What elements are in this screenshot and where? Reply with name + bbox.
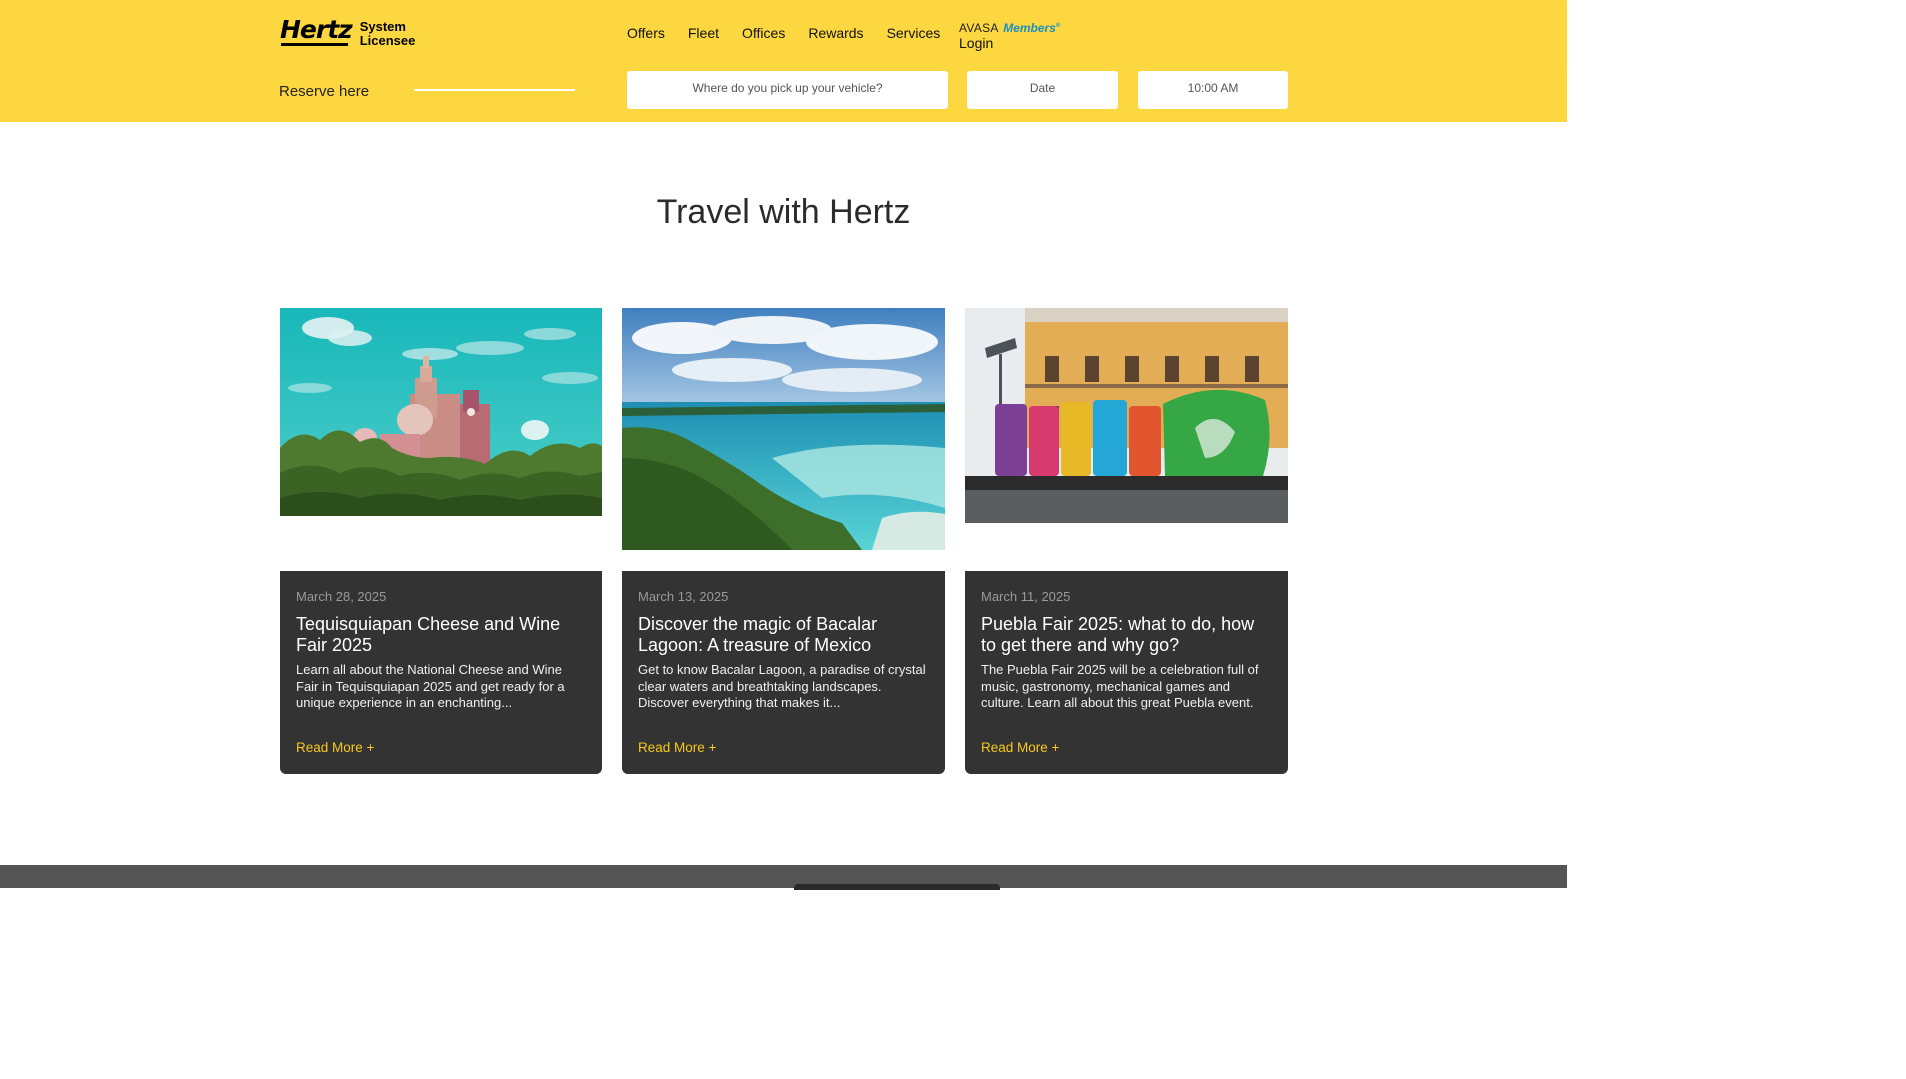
hertz-logo[interactable]: Hertz System Licensee	[280, 16, 415, 48]
article-card-tequisquiapan: March 28, 2025 Tequisquiapan Cheese and …	[280, 571, 602, 774]
read-more-link[interactable]: Read More +	[981, 740, 1059, 755]
nav-item-services[interactable]: Services	[887, 24, 941, 42]
puebla-letters-photo	[965, 308, 1288, 523]
nav-item-offices[interactable]: Offices	[742, 24, 785, 42]
reserve-bar: Reserve here Where do you pick up your v…	[0, 66, 1567, 122]
article-date: March 28, 2025	[296, 589, 387, 604]
article-card-puebla: March 11, 2025 Puebla Fair 2025: what to…	[965, 571, 1288, 774]
card-image-bacalar[interactable]	[622, 308, 945, 550]
article-title[interactable]: Discover the magic of Bacalar Lagoon: A …	[638, 614, 929, 656]
article-title[interactable]: Puebla Fair 2025: what to do, how to get…	[981, 614, 1272, 656]
reserve-label: Reserve here	[279, 83, 370, 100]
article-excerpt: Learn all about the National Cheese and …	[296, 662, 565, 710]
read-more-link[interactable]: Read More +	[638, 740, 716, 755]
logo-sub-line1: System	[359, 19, 406, 34]
lagoon-aerial-photo	[622, 308, 945, 550]
card-image-tequisquiapan[interactable]	[280, 308, 602, 516]
read-more-link[interactable]: Read More +	[296, 740, 374, 755]
login-label: Login	[959, 35, 994, 51]
article-excerpt: Get to know Bacalar Lagoon, a paradise o…	[638, 662, 926, 710]
card-image-puebla[interactable]	[965, 308, 1288, 523]
nav-item-offers[interactable]: Offers	[627, 24, 665, 42]
reserve-divider	[414, 89, 575, 91]
church-landscape-photo	[280, 308, 602, 516]
avasa-program-label: AVASA	[959, 21, 999, 35]
article-card-bacalar: March 13, 2025 Discover the magic of Bac…	[622, 571, 945, 774]
pickup-time-select[interactable]: 10:00 AM	[1138, 71, 1288, 109]
pickup-date-input[interactable]: Date	[967, 71, 1118, 109]
footer	[0, 865, 1567, 890]
nav-item-fleet[interactable]: Fleet	[688, 24, 719, 42]
members-text: Members	[1003, 21, 1056, 35]
article-title[interactable]: Tequisquiapan Cheese and Wine Fair 2025	[296, 614, 586, 656]
login-link[interactable]: AVASA Members® Login	[959, 19, 1060, 50]
pickup-location-input[interactable]: Where do you pick up your vehicle?	[627, 71, 948, 109]
top-header: Hertz System Licensee Offers Fleet Offic…	[0, 0, 1567, 66]
article-date: March 11, 2025	[981, 589, 1071, 604]
footer-tab-handle[interactable]	[794, 884, 1000, 890]
nav-item-rewards[interactable]: Rewards	[808, 24, 863, 42]
article-date: March 13, 2025	[638, 589, 729, 604]
logo-subtitle: System Licensee	[360, 16, 416, 48]
page-title: Travel with Hertz	[656, 193, 911, 231]
main-nav: Offers Fleet Offices Rewards Services	[627, 24, 963, 42]
members-label: Members®	[1003, 21, 1061, 35]
logo-wordmark: Hertz	[280, 15, 353, 46]
article-excerpt: The Puebla Fair 2025 will be a celebrati…	[981, 662, 1259, 710]
logo-sub-line2: Licensee	[359, 33, 416, 48]
